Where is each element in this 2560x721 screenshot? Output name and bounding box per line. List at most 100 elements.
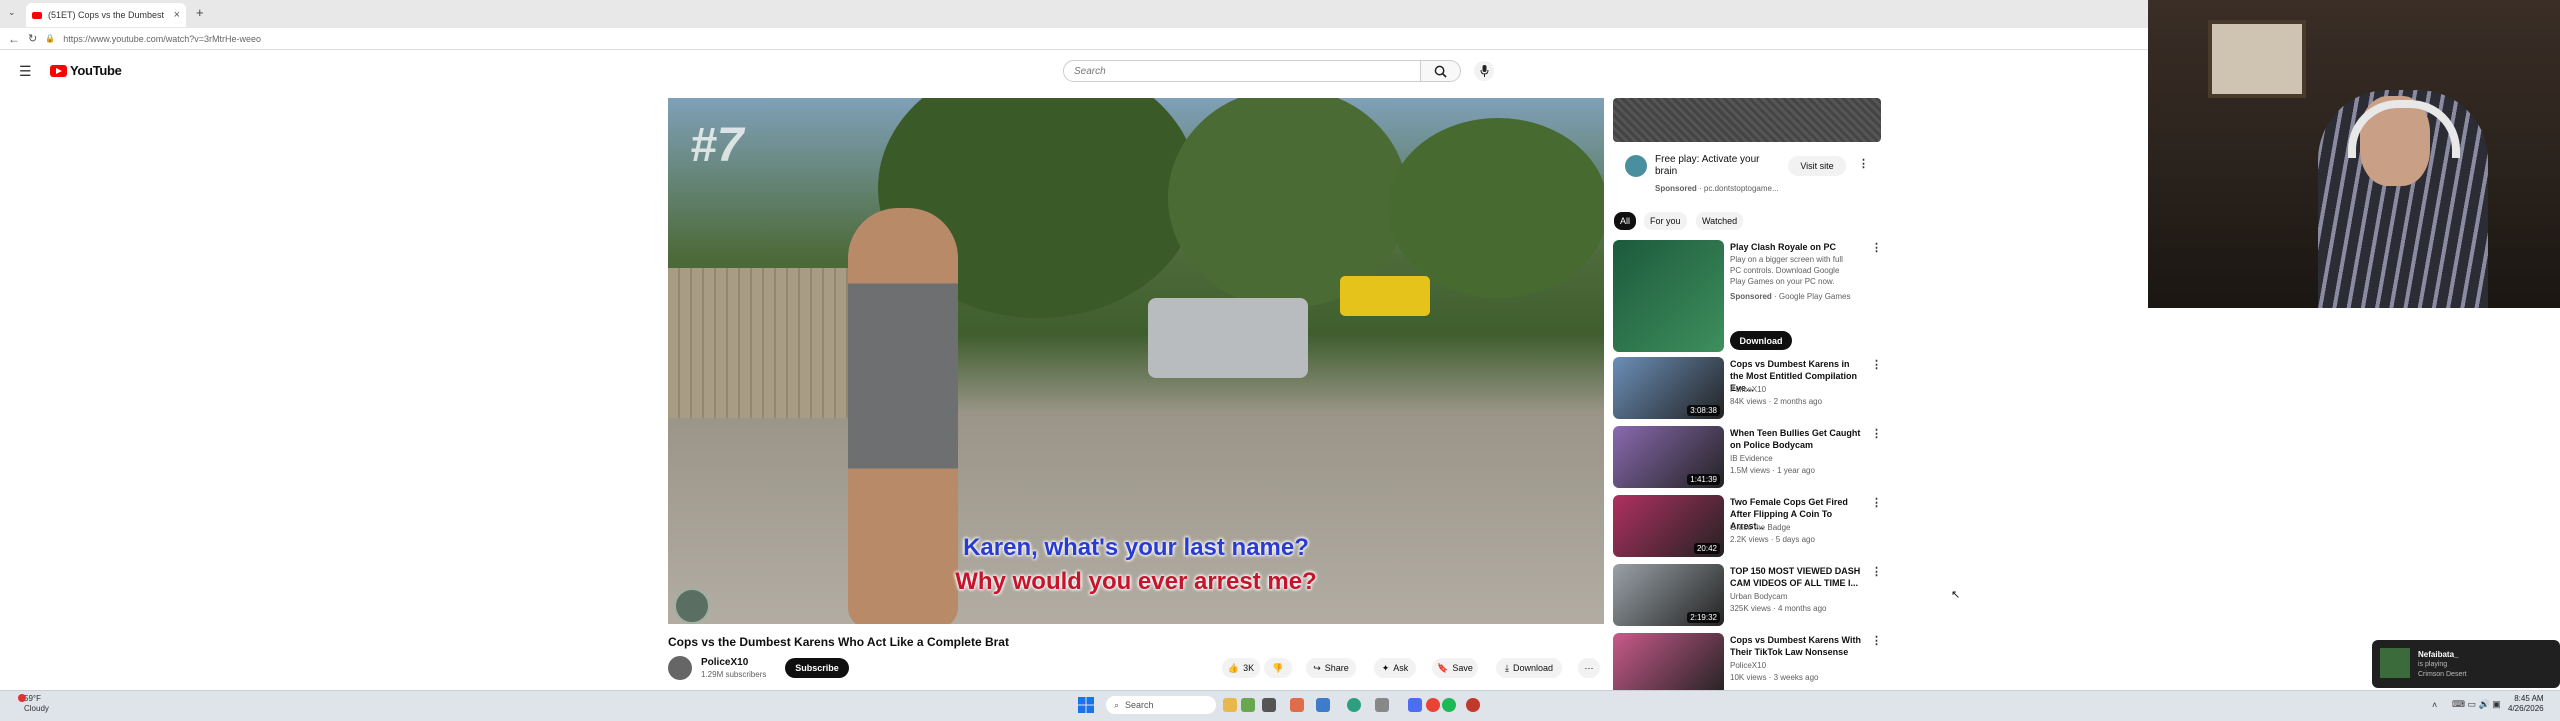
download-button[interactable]: ⤓ Download — [1496, 658, 1562, 678]
chrome-icon[interactable] — [1426, 698, 1440, 712]
share-button[interactable]: ↪ Share — [1306, 658, 1356, 678]
taskbar — [0, 690, 2560, 721]
related-more-icon[interactable]: ⋮ — [1871, 496, 1882, 509]
taskbar-app-icon[interactable] — [1375, 698, 1389, 712]
related-thumbnail[interactable]: 20:42 — [1613, 495, 1724, 557]
back-icon[interactable]: ← — [8, 32, 20, 46]
tab-dropdown-icon[interactable]: ⌄ — [8, 7, 16, 18]
video-duration: 2:19:32 — [1687, 612, 1720, 623]
thumbs-up-icon: 👍 — [1227, 662, 1240, 673]
video-silver-truck — [1148, 298, 1308, 378]
sponsored-advertiser: · Google Play Games — [1774, 292, 1851, 301]
youtube-logo[interactable]: YouTube — [50, 63, 122, 78]
tab-title: (51ET) Cops vs the Dumbest — [48, 10, 165, 20]
ask-label: Ask — [1393, 663, 1409, 673]
taskbar-app-icon[interactable] — [1223, 698, 1237, 712]
video-title: Cops vs the Dumbest Karens Who Act Like … — [668, 635, 1009, 649]
taskbar-time: 8:45 AM — [2514, 694, 2544, 703]
related-title[interactable]: Cops vs Dumbest Karens With Their TikTok… — [1730, 634, 1865, 658]
search-button[interactable] — [1421, 60, 1461, 82]
taskbar-search[interactable]: ⌕ Search — [1106, 696, 1216, 714]
related-more-icon[interactable]: ⋮ — [1871, 358, 1882, 371]
related-more-icon[interactable]: ⋮ — [1871, 565, 1882, 578]
related-title[interactable]: When Teen Bullies Get Caught on Police B… — [1730, 427, 1865, 451]
webcam-overlay — [2148, 0, 2560, 308]
related-thumbnail[interactable]: 3:08:38 — [1613, 357, 1724, 419]
sponsored-label: Sponsored — [1730, 292, 1772, 301]
share-label: Share — [1324, 663, 1349, 673]
address-bar: ← ↻ 🔒 https://www.youtube.com/watch?v=3r… — [0, 28, 2148, 50]
weather-desc: Cloudy — [24, 704, 49, 713]
subscribe-button[interactable]: Subscribe — [785, 658, 849, 678]
sponsored-thumbnail[interactable] — [1613, 240, 1724, 352]
close-tab-icon[interactable]: × — [174, 9, 180, 21]
related-channel[interactable]: Urban Bodycam — [1730, 591, 1787, 602]
ad-title[interactable]: Free play: Activate your brain — [1655, 154, 1773, 178]
like-button[interactable]: 👍 3K — [1222, 658, 1260, 678]
related-meta: 10K views · 3 weeks ago — [1730, 673, 1819, 682]
task-view-icon[interactable] — [1262, 698, 1276, 712]
download-icon: ⤓ — [1504, 662, 1509, 673]
now-playing-status: is playing — [2418, 661, 2448, 668]
dislike-button[interactable]: 👎 — [1264, 658, 1292, 678]
microphone-icon — [1480, 65, 1488, 77]
now-playing-user: Nefaibata_ — [2418, 650, 2459, 659]
channel-name[interactable]: PoliceX10 — [701, 657, 748, 668]
video-duration: 20:42 — [1693, 543, 1720, 554]
taskbar-app-icon[interactable] — [1241, 698, 1255, 712]
taskbar-clock[interactable]: 8:45 AM 4/26/2026 — [2508, 694, 2544, 714]
related-channel[interactable]: PoliceX10 — [1730, 660, 1766, 671]
ad-more-icon[interactable]: ⋮ — [1858, 157, 1869, 170]
windows-start-icon[interactable] — [1078, 697, 1094, 713]
chip-watched[interactable]: Watched — [1696, 212, 1744, 230]
video-yellow-truck — [1340, 276, 1430, 316]
lock-icon: 🔒 — [45, 34, 56, 43]
related-more-icon[interactable]: ⋮ — [1871, 634, 1882, 647]
voice-search-button[interactable] — [1474, 61, 1494, 81]
edge-browser-icon[interactable] — [1347, 698, 1361, 712]
discord-icon[interactable] — [1408, 698, 1422, 712]
related-more-icon[interactable]: ⋮ — [1871, 427, 1882, 440]
tray-icons[interactable]: ⌨ ▭ 🔊 ▣ — [2452, 699, 2501, 710]
active-tab[interactable]: (51ET) Cops vs the Dumbest × — [26, 3, 186, 27]
reload-icon[interactable]: ↻ — [28, 32, 37, 45]
channel-subscriber-count: 1.29M subscribers — [701, 670, 767, 679]
save-button[interactable]: 🔖 Save — [1432, 658, 1478, 678]
visit-site-button[interactable]: Visit site — [1788, 156, 1846, 176]
mouse-cursor-icon: ↖ — [1951, 589, 1961, 601]
related-channel[interactable]: Grace the Badge — [1730, 522, 1790, 533]
sponsored-download-button[interactable]: Download — [1730, 331, 1792, 350]
new-tab-button[interactable]: + — [196, 5, 204, 20]
related-thumbnail[interactable]: 1:41:39 — [1613, 426, 1724, 488]
video-player[interactable]: #7 Karen, what's your last name? Why wou… — [668, 98, 1604, 624]
taskbar-search-icon: ⌕ — [1114, 699, 1120, 710]
spotify-icon[interactable] — [1442, 698, 1456, 712]
related-title[interactable]: TOP 150 MOST VIEWED DASH CAM VIDEOS OF A… — [1730, 565, 1865, 589]
tray-chevron-icon[interactable]: ˄ — [2432, 700, 2437, 710]
more-actions-button[interactable]: ⋯ — [1578, 658, 1600, 678]
chip-for-you[interactable]: For you — [1644, 212, 1687, 230]
related-channel[interactable]: IB Evidence — [1730, 453, 1773, 464]
channel-avatar[interactable] — [668, 656, 692, 680]
menu-icon[interactable]: ☰ — [19, 63, 32, 80]
taskbar-app-icon[interactable] — [1290, 698, 1304, 712]
related-thumbnail[interactable] — [1613, 633, 1724, 695]
related-channel[interactable]: PoliceX10 — [1730, 384, 1766, 395]
url-field[interactable]: https://www.youtube.com/watch?v=3rMtrHe-… — [63, 34, 261, 44]
video-duration: 1:41:39 — [1687, 474, 1720, 485]
ask-button[interactable]: ✦ Ask — [1374, 658, 1416, 678]
search-input[interactable]: Search — [1063, 60, 1421, 82]
sponsored-line: Sponsored · Google Play Games — [1730, 291, 1851, 302]
chip-all[interactable]: All — [1614, 212, 1637, 230]
ad-sponsored-label: Sponsored — [1655, 184, 1697, 193]
taskbar-app-icon[interactable] — [1466, 698, 1480, 712]
ad-domain: · pc.dontstoptogame... — [1699, 184, 1779, 193]
related-thumbnail[interactable]: 2:19:32 — [1613, 564, 1724, 626]
file-explorer-icon[interactable] — [1316, 698, 1330, 712]
video-duration: 3:08:38 — [1687, 405, 1720, 416]
youtube-play-icon — [50, 64, 67, 77]
sponsored-title[interactable]: Play Clash Royale on PC — [1730, 241, 1865, 253]
search-icon — [1434, 65, 1447, 78]
ad-banner[interactable] — [1613, 98, 1881, 142]
sponsored-more-icon[interactable]: ⋮ — [1871, 241, 1882, 254]
